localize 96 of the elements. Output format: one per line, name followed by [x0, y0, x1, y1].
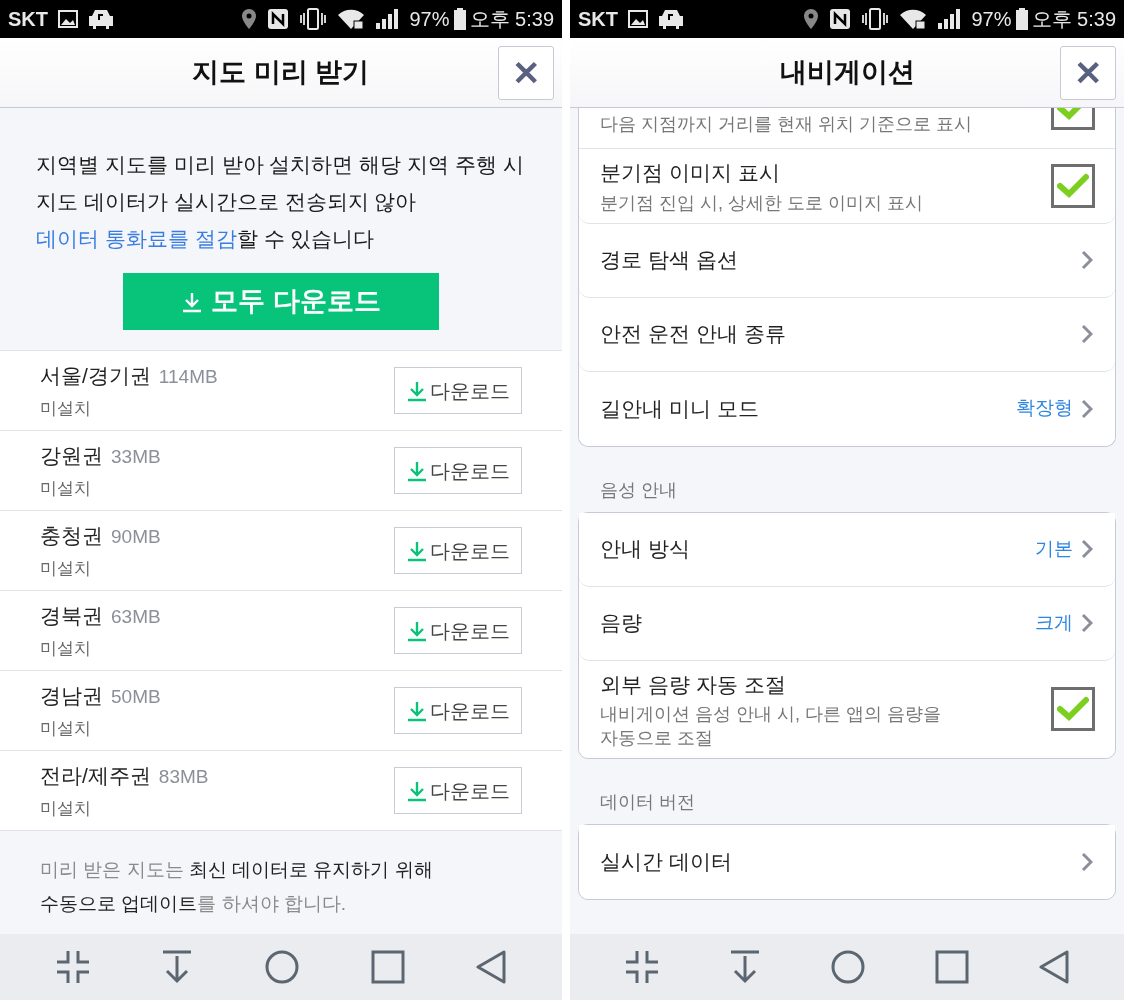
- download-button[interactable]: 다운로드: [394, 767, 522, 814]
- screen-title: 지도 미리 받기: [192, 56, 370, 90]
- setting-title: 분기점 이미지 표시: [600, 160, 781, 186]
- close-button[interactable]: ✕: [498, 46, 554, 100]
- region-name: 충청권: [40, 523, 103, 549]
- setting-value: 기본: [1035, 536, 1073, 561]
- setting-title: 실시간 데이터: [600, 849, 733, 876]
- install-status: 미설치: [40, 397, 92, 420]
- setting-title: 음량: [600, 610, 643, 637]
- chevron-icon: [1081, 539, 1093, 559]
- chevron-icon: [1081, 250, 1093, 270]
- collapse-icon[interactable]: [625, 950, 659, 984]
- recents-icon[interactable]: [935, 950, 969, 984]
- section-heading: 데이터 버전: [599, 791, 696, 814]
- download-button[interactable]: 다운로드: [394, 367, 522, 414]
- setting-title: 안내 방식: [600, 536, 691, 563]
- collapse-icon[interactable]: [55, 950, 90, 984]
- checkbox[interactable]: [1051, 163, 1095, 208]
- download-icon: [406, 459, 428, 482]
- chevron-icon: [1081, 324, 1093, 344]
- setting-value: 크게: [1035, 610, 1073, 635]
- download-icon: [406, 699, 428, 722]
- region-name: 서울/경기권: [40, 363, 151, 389]
- setting-description: 내비게이션 음성 안내 시, 다른 앱의 음량을 자동으로 조절: [600, 703, 942, 750]
- vibrate-icon: [861, 8, 890, 30]
- checkbox[interactable]: [1051, 687, 1095, 732]
- checkmark-icon: [1057, 696, 1089, 723]
- signal-icon: [375, 8, 400, 30]
- setting-description: 분기점 진입 시, 상세한 도로 이미지 표시: [600, 191, 924, 215]
- download-icon: [406, 539, 428, 562]
- battery-icon: [1015, 8, 1028, 30]
- wifi-lock-icon: [899, 8, 928, 30]
- vibrate-icon: [299, 8, 328, 30]
- setting-title: 안전 운전 안내 종류: [600, 321, 787, 348]
- region-name: 경북권: [40, 603, 103, 629]
- wifi-lock-icon: [337, 8, 366, 30]
- chevron-icon: [1081, 852, 1093, 872]
- setting-title: 길안내 미니 모드: [600, 395, 760, 422]
- region-size: 63MB: [111, 605, 161, 629]
- section-heading: 음성 안내: [599, 478, 678, 502]
- clock-text: 오후 5:39: [469, 7, 554, 32]
- setting-title: 경로 탐색 옵션: [600, 247, 739, 274]
- download-arrow-icon[interactable]: [161, 950, 194, 984]
- battery-percent: 97%: [971, 7, 1012, 32]
- region-size: 50MB: [111, 685, 161, 709]
- install-status: 미설치: [40, 477, 92, 500]
- region-size: 114MB: [158, 365, 218, 389]
- download-arrow-icon[interactable]: [729, 950, 761, 984]
- download-icon: [406, 379, 428, 402]
- chevron-icon: [1081, 613, 1093, 633]
- back-icon[interactable]: [1039, 950, 1069, 984]
- download-icon: [181, 290, 204, 313]
- location-icon: [241, 8, 258, 30]
- nfc-icon: [267, 8, 290, 30]
- screen-title: 내비게이션: [779, 56, 915, 90]
- setting-row[interactable]: 실시간 데이터: [579, 825, 1115, 899]
- nfc-icon: [829, 8, 852, 30]
- chevron-icon: [1081, 398, 1093, 419]
- region-name: 전라/제주권: [40, 763, 151, 789]
- checkmark-icon: [1057, 172, 1089, 199]
- recents-icon[interactable]: [370, 950, 405, 984]
- close-button[interactable]: ✕: [1060, 46, 1116, 100]
- download-button[interactable]: 다운로드: [394, 447, 522, 494]
- home-icon[interactable]: [265, 950, 299, 984]
- battery-icon: [453, 8, 466, 30]
- setting-title: 외부 음량 자동 조절: [600, 671, 787, 698]
- intro-link[interactable]: 데이터 통화료를 절감: [36, 227, 237, 250]
- image-icon: [628, 10, 648, 28]
- back-icon[interactable]: [476, 950, 507, 984]
- region-size: 83MB: [158, 765, 209, 789]
- setting-value: 확장형: [1016, 396, 1073, 421]
- setting-description: 다음 지점까지 거리를 현재 위치 기준으로 표시: [600, 113, 972, 136]
- carrier-label: SKT: [8, 7, 48, 32]
- download-icon: [406, 619, 428, 642]
- carrier-label: SKT: [578, 7, 618, 32]
- clock-text: 오후 5:39: [1031, 7, 1116, 32]
- install-status: 미설치: [40, 637, 92, 660]
- download-icon: [406, 779, 428, 802]
- install-status: 미설치: [40, 717, 92, 740]
- intro-text: 지역별 지도를 미리 받아 설치하면 해당 지역 주행 시 지도 데이터가 실시간으로 전송되지 않아 데이터 통화료를 절감할 수 있습니다: [36, 152, 525, 252]
- download-button[interactable]: 다운로드: [394, 527, 522, 574]
- install-status: 미설치: [40, 797, 92, 820]
- signal-icon: [937, 8, 962, 30]
- image-icon: [58, 10, 78, 28]
- region-size: 90MB: [111, 525, 161, 549]
- region-size: 33MB: [111, 445, 161, 469]
- battery-percent: 97%: [409, 7, 450, 32]
- setting-row[interactable]: 안내 방식 기본: [579, 512, 1115, 587]
- download-button[interactable]: 다운로드: [394, 607, 522, 654]
- location-icon: [803, 8, 820, 30]
- update-note: 미리 받은 지도는 최신 데이터로 유지하기 위해 수동으로 업데이트를 하셔야 합니다.: [39, 858, 434, 916]
- download-button[interactable]: 다운로드: [394, 687, 522, 734]
- region-name: 경남권: [40, 683, 103, 709]
- install-status: 미설치: [40, 557, 92, 580]
- region-name: 강원권: [40, 443, 103, 469]
- home-icon[interactable]: [831, 950, 865, 984]
